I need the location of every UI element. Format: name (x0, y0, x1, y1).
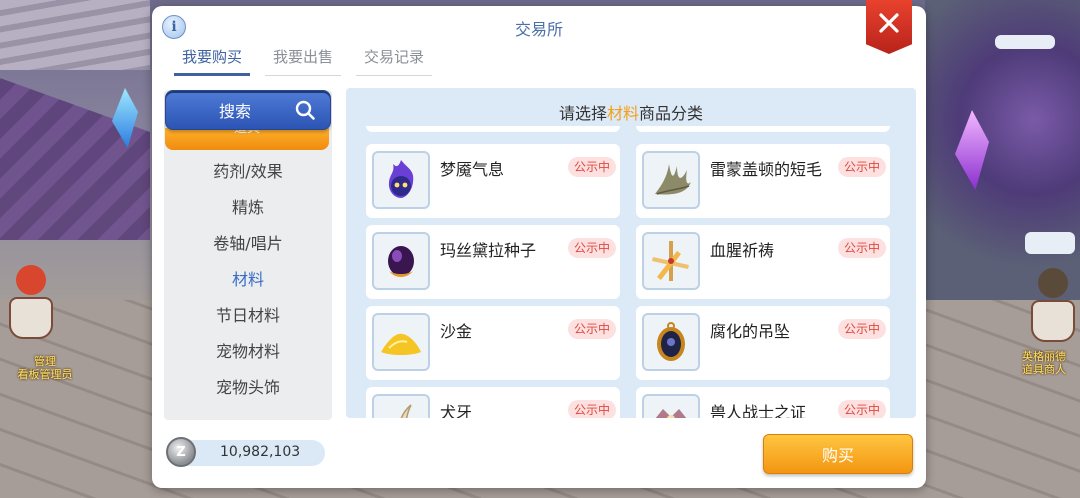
item-name: 血腥祈祷 (710, 241, 775, 260)
scene-chip[interactable] (995, 35, 1055, 49)
currency-amount: 10,982,103 (220, 444, 301, 460)
category-pet-headgear[interactable]: 宠物头饰 (164, 370, 332, 406)
dialog-title: 交易所 (514, 20, 563, 39)
exchange-dialog: i 交易所 我要购买 我要出售 交易记录 道具 搜索 药剂/效果 精炼 卷轴/唱… (152, 0, 926, 488)
tab-buy[interactable]: 我要购买 (174, 46, 251, 76)
short-fur-icon (642, 151, 700, 209)
currency-bar: Z 10,982,103 (166, 437, 325, 467)
scrolled-card (366, 126, 620, 132)
item-name: 梦魇气息 (440, 160, 505, 179)
status-badge: 公示中 (568, 157, 616, 177)
pendant-icon (642, 313, 700, 371)
tab-history[interactable]: 交易记录 (356, 46, 433, 76)
category-festival-material[interactable]: 节日材料 (164, 298, 332, 334)
npc-left[interactable] (8, 265, 54, 339)
item-card[interactable]: 兽人战士之证 公示中 (636, 387, 890, 418)
npc-right-name: 英格丽德 道具商人 (1022, 350, 1066, 376)
item-grid: 梦魇气息 公示中 雷蒙盖顿的短毛 公示中 玛丝黛拉种子 公示中 血腥祈祷 公示中… (366, 126, 896, 418)
search-button[interactable]: 搜索 (165, 90, 331, 130)
item-card[interactable]: 腐化的吊坠 公示中 (636, 306, 890, 380)
item-name: 雷蒙盖顿的短毛 (710, 160, 823, 179)
status-badge: 公示中 (568, 238, 616, 258)
tab-sell[interactable]: 我要出售 (265, 46, 342, 76)
status-badge: 公示中 (568, 400, 616, 418)
item-card[interactable]: 沙金 公示中 (366, 306, 620, 380)
fang-icon (372, 394, 430, 418)
item-panel: 请选择材料商品分类 梦魇气息 公示中 雷蒙盖顿的短毛 公示中 玛丝黛拉种子 公示… (346, 88, 916, 418)
zeny-coin-icon: Z (166, 437, 196, 467)
search-icon (295, 100, 315, 120)
category-list: 药剂/效果 精炼 卷轴/唱片 材料 节日材料 宠物材料 宠物头饰 (164, 154, 332, 406)
category-material[interactable]: 材料 (164, 262, 332, 298)
panel-title: 请选择材料商品分类 (558, 104, 704, 123)
item-name: 兽人战士之证 (710, 403, 807, 418)
scene-roof (0, 78, 150, 240)
item-card[interactable]: 雷蒙盖顿的短毛 公示中 (636, 144, 890, 218)
tab-bar: 我要购买 我要出售 交易记录 (174, 46, 447, 76)
npc-left-name: 管理 看板管理员 (17, 355, 73, 381)
nightmare-breath-icon (372, 151, 430, 209)
category-refine[interactable]: 精炼 (164, 190, 332, 226)
status-badge: 公示中 (838, 319, 886, 339)
item-card[interactable]: 血腥祈祷 公示中 (636, 225, 890, 299)
scene-stairs (0, 0, 150, 70)
panel-title-highlight: 材料 (606, 104, 639, 123)
item-name: 沙金 (440, 322, 473, 341)
gold-sand-icon (372, 313, 430, 371)
status-badge: 公示中 (838, 400, 886, 418)
close-button[interactable] (866, 0, 912, 54)
status-badge: 公示中 (568, 319, 616, 339)
orc-warrior-proof-icon (642, 394, 700, 418)
category-scroll[interactable]: 卷轴/唱片 (164, 226, 332, 262)
item-name: 犬牙 (440, 403, 473, 418)
status-badge: 公示中 (838, 157, 886, 177)
buy-button[interactable]: 购买 (763, 434, 913, 474)
category-group-header[interactable]: 道具 (165, 128, 329, 150)
category-potion[interactable]: 药剂/效果 (164, 154, 332, 190)
category-sidebar: 道具 搜索 药剂/效果 精炼 卷轴/唱片 材料 节日材料 宠物材料 宠物头饰 (164, 90, 332, 420)
category-pet-material[interactable]: 宠物材料 (164, 334, 332, 370)
item-card[interactable]: 梦魇气息 公示中 (366, 144, 620, 218)
item-name: 腐化的吊坠 (710, 322, 791, 341)
search-label: 搜索 (218, 102, 251, 121)
close-icon (879, 13, 899, 33)
scene-ring-chip[interactable] (1025, 232, 1075, 254)
npc-right[interactable] (1030, 268, 1076, 342)
item-name: 玛丝黛拉种子 (440, 241, 537, 260)
scrolled-card (636, 126, 890, 132)
item-card[interactable]: 犬牙 公示中 (366, 387, 620, 418)
status-badge: 公示中 (838, 238, 886, 258)
seed-icon (372, 232, 430, 290)
bloody-prayer-icon (642, 232, 700, 290)
item-card[interactable]: 玛丝黛拉种子 公示中 (366, 225, 620, 299)
